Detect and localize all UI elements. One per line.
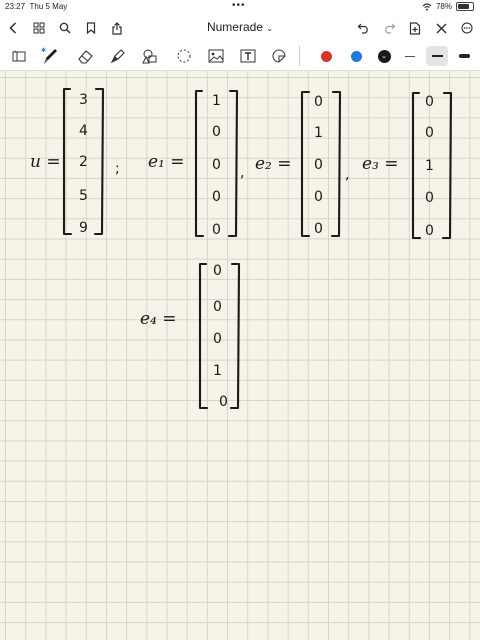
comma: ,: [345, 167, 349, 183]
e3-entry: 1: [425, 158, 434, 174]
e1-entry: 0: [212, 222, 221, 238]
e2-right-bracket: [330, 90, 342, 238]
e2-entry: 0: [314, 189, 323, 205]
chevron-down-icon: ⌄: [377, 49, 391, 63]
status-right: 78%: [422, 2, 474, 11]
e3-entry: 0: [425, 190, 434, 206]
multitask-dots-icon[interactable]: •••: [232, 0, 246, 11]
e2-entry: 0: [314, 157, 323, 173]
search-icon[interactable]: [58, 14, 72, 42]
e1-entry: 0: [212, 189, 221, 205]
u-label: u =: [30, 152, 61, 172]
more-icon[interactable]: [459, 14, 475, 42]
e3-entry: 0: [425, 223, 434, 239]
e2-left-bracket: [300, 90, 311, 238]
wifi-icon: [422, 2, 432, 11]
comma: ,: [240, 165, 244, 181]
close-icon[interactable]: [433, 14, 449, 42]
tool-bar: ✱ ⌄: [0, 42, 480, 71]
color-swatch-black[interactable]: ⌄: [374, 42, 394, 70]
svg-text:✱: ✱: [41, 47, 46, 54]
share-icon[interactable]: [110, 14, 124, 42]
e4-entry: 0: [213, 299, 222, 315]
bookmark-icon[interactable]: [84, 14, 98, 42]
e4-right-bracket: [229, 262, 241, 410]
e4-entries: 0 0 0 1 0: [213, 263, 228, 410]
u-entry: 9: [79, 220, 88, 236]
stroke-medium[interactable]: [426, 46, 448, 66]
e4-entry: 0: [219, 394, 228, 410]
page-layout-icon[interactable]: [10, 42, 28, 70]
shapes-icon[interactable]: [140, 42, 160, 70]
color-swatch-red[interactable]: [316, 42, 336, 70]
e4-entry: 0: [213, 263, 222, 279]
image-icon[interactable]: [206, 42, 226, 70]
u-left-bracket: [62, 87, 73, 236]
e3-entries: 0 0 1 0 0: [425, 94, 434, 239]
grid-icon[interactable]: [32, 14, 46, 42]
e1-label: e₁ =: [148, 152, 185, 172]
e2-entry: 1: [314, 125, 323, 141]
undo-icon[interactable]: [355, 14, 371, 42]
u-entry: 3: [79, 92, 88, 108]
status-bar: 23:27 Thu 5 May ••• 78%: [0, 0, 480, 14]
e2-label: e₂ =: [255, 154, 292, 174]
e1-entries: 1 0 0 0 0: [212, 93, 221, 238]
color-swatch-blue[interactable]: [346, 42, 366, 70]
semicolon: ;: [115, 161, 120, 177]
stroke-thick[interactable]: [454, 42, 474, 70]
e3-entry: 0: [425, 94, 434, 110]
e4-left-bracket: [198, 262, 209, 410]
navigation-bar: Numerade ⌄: [0, 14, 480, 42]
redo-icon[interactable]: [381, 14, 397, 42]
handwriting-layer: .hw { font-family:"DejaVu Sans", sans-se…: [30, 87, 453, 410]
status-time: 23:27 Thu 5 May: [5, 2, 68, 11]
e1-left-bracket: [194, 89, 205, 238]
pen-icon[interactable]: ✱: [40, 42, 60, 70]
e4-entry: 1: [213, 363, 222, 379]
chevron-left-icon[interactable]: [6, 14, 20, 42]
battery-percent: 78%: [435, 2, 452, 11]
e4-entry: 0: [213, 331, 222, 347]
e4-label: e₄ =: [140, 309, 177, 329]
e1-entry: 1: [212, 93, 221, 109]
eraser-icon[interactable]: [76, 42, 96, 70]
chevron-down-icon: ⌄: [266, 24, 274, 33]
sticker-icon[interactable]: [268, 42, 290, 70]
u-entry: 4: [79, 123, 88, 139]
e3-right-bracket: [441, 91, 453, 240]
e2-entry: 0: [314, 221, 323, 237]
e3-entry: 0: [425, 125, 434, 141]
stroke-thin[interactable]: [400, 42, 420, 70]
document-title[interactable]: Numerade ⌄: [190, 20, 290, 34]
e1-entry: 0: [212, 157, 221, 173]
u-entry: 5: [79, 188, 88, 204]
battery-icon: [456, 2, 474, 11]
lasso-icon[interactable]: [174, 42, 194, 70]
text-box-icon[interactable]: [238, 42, 258, 70]
u-entry: 2: [79, 154, 88, 170]
e3-left-bracket: [411, 91, 422, 240]
e3-label: e₃ =: [362, 154, 399, 174]
u-entries: 3 4 2 5 9: [79, 92, 88, 236]
e2-entries: 0 1 0 0 0: [314, 94, 323, 237]
e2-entry: 0: [314, 94, 323, 110]
highlighter-icon[interactable]: [108, 42, 128, 70]
add-page-icon[interactable]: [407, 14, 423, 42]
toolbar-divider: [299, 46, 300, 66]
u-right-bracket: [93, 87, 105, 236]
e1-right-bracket: [227, 89, 239, 238]
e1-entry: 0: [212, 124, 221, 140]
